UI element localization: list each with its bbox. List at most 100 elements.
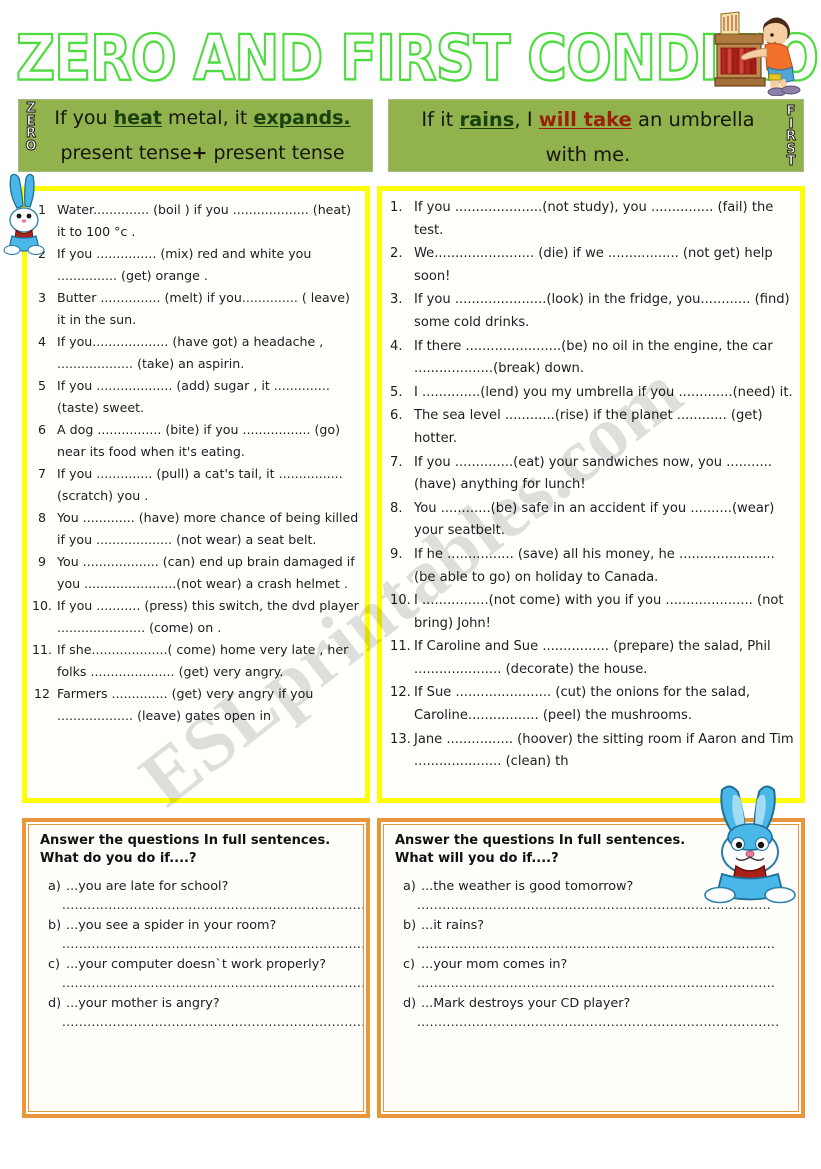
exercise-text[interactable]: Jane ................ (hoover) the sitti… bbox=[414, 729, 794, 774]
exercise-text[interactable]: If you ................... (add) sugar ,… bbox=[57, 375, 359, 418]
exercise-text[interactable]: If you ............... (mix) red and whi… bbox=[57, 243, 359, 286]
zero-keyword-heat: heat bbox=[113, 107, 162, 129]
zero-exercise-box: 1 Water.............. (boil ) if you ...… bbox=[22, 186, 370, 803]
exercise-item: 3. If you ......................(look) in… bbox=[390, 289, 794, 334]
page-title-row: ZERO AND FIRST CONDITIONAL bbox=[0, 16, 821, 96]
exercise-text[interactable]: A dog ................ (bite) if you ...… bbox=[57, 419, 359, 462]
exercise-item: 12 Farmers .............. (get) very angr… bbox=[31, 683, 359, 726]
answer-write-line[interactable]: ........................................… bbox=[40, 1014, 366, 1031]
answer-question: a) ...you are late for school? bbox=[40, 877, 354, 897]
boy-writing-illustration bbox=[714, 11, 801, 96]
exercise-item: 1 Water.............. (boil ) if you ...… bbox=[31, 199, 359, 242]
answer-item: c) ...your mom comes in?.................… bbox=[395, 955, 789, 992]
zero-line1-pre: If you bbox=[54, 107, 114, 129]
exercise-text[interactable]: If you ........... (press) this switch, … bbox=[57, 595, 359, 638]
first-keyword-rains: rains bbox=[459, 108, 515, 131]
answer-letter: b) bbox=[48, 918, 62, 933]
exercise-item: 7. If you ..............(eat) your sandwi… bbox=[390, 452, 794, 497]
zero-exercise-list: 1 Water.............. (boil ) if you ...… bbox=[27, 191, 365, 726]
blue-bunny-large-icon bbox=[704, 785, 796, 904]
first-exercise-box: 1. If you .....................(not study… bbox=[377, 186, 805, 803]
exercise-item: 5. I ..............(lend) you my umbrella… bbox=[390, 382, 794, 405]
answer-question-text: ...Mark destroys your CD player? bbox=[421, 996, 631, 1011]
exercise-item: 3 Butter ............... (melt) if you...… bbox=[31, 287, 359, 330]
exercise-number: 11. bbox=[31, 642, 53, 657]
exercise-item: 5 If you ................... (add) sugar … bbox=[31, 375, 359, 418]
exercise-number: 12. bbox=[390, 685, 411, 701]
exercise-text[interactable]: I ................(not come) with you if… bbox=[414, 590, 794, 635]
first-conditional-banner: FIRST If it rains, I will take an umbrel… bbox=[388, 99, 804, 172]
rule-banners: ZERO If you heat metal, it expands. pres… bbox=[0, 99, 821, 177]
answer-question-text: ...your mother is angry? bbox=[66, 996, 220, 1011]
exercise-text[interactable]: If you .............. (pull) a cat's tai… bbox=[57, 463, 359, 506]
exercise-number: 9. bbox=[390, 546, 403, 562]
zero-banner-line1: If you heat metal, it expands. bbox=[33, 101, 372, 136]
answer-write-line[interactable]: ........................................… bbox=[40, 975, 366, 992]
exercise-number: 2. bbox=[390, 246, 403, 262]
answer-write-line[interactable]: ........................................… bbox=[40, 936, 366, 953]
exercise-text[interactable]: We........................ (die) if we .… bbox=[414, 243, 794, 288]
exercise-text[interactable]: The sea level ............(rise) if the … bbox=[414, 405, 794, 450]
answer-write-line[interactable]: ........................................… bbox=[40, 897, 366, 914]
exercise-text[interactable]: You ............(be) safe in an accident… bbox=[414, 498, 794, 543]
answer-letter: c) bbox=[403, 957, 416, 972]
exercise-text[interactable]: Butter ............... (melt) if you....… bbox=[57, 287, 359, 330]
exercise-text[interactable]: If she...................( come) home ve… bbox=[57, 639, 359, 682]
answer-question: d) ...your mother is angry? bbox=[40, 994, 354, 1014]
answer-item: a) ...you are late for school?...........… bbox=[40, 877, 366, 914]
answer-write-line[interactable]: ........................................… bbox=[395, 1014, 789, 1031]
exercise-text[interactable]: Farmers .............. (get) very angry … bbox=[57, 683, 359, 726]
answer-question: b) ...it rains? bbox=[395, 916, 789, 936]
answer-question-text: ...it rains? bbox=[421, 918, 485, 933]
exercise-item: 8. You ............(be) safe in an accide… bbox=[390, 498, 794, 543]
exercise-text[interactable]: If you ......................(look) in t… bbox=[414, 289, 794, 334]
zero-answer-heading: Answer the questions In full sentences. … bbox=[26, 822, 366, 867]
answer-item: c) ...your computer doesn`t work properly… bbox=[40, 955, 366, 992]
exercise-item: 10. If you ........... (press) this switc… bbox=[31, 595, 359, 638]
exercise-text[interactable]: If you .....................(not study),… bbox=[414, 197, 794, 242]
exercise-item: 9 You ................... (can) end up br… bbox=[31, 551, 359, 594]
answer-item: b) ...you see a spider in your room?.....… bbox=[40, 916, 366, 953]
exercise-text[interactable]: If Sue ....................... (cut) the… bbox=[414, 682, 794, 727]
first-banner-text: If it rains, I will take an umbrella wit… bbox=[389, 100, 803, 172]
first-line1-mid: , I bbox=[514, 108, 539, 131]
exercise-number: 11. bbox=[390, 639, 411, 655]
answer-write-line[interactable]: ........................................… bbox=[395, 975, 789, 992]
exercise-item: 11. If Caroline and Sue ................ … bbox=[390, 636, 794, 681]
exercise-text[interactable]: You ................... (can) end up bra… bbox=[57, 551, 359, 594]
exercise-item: 13. Jane ................ (hoover) the s… bbox=[390, 729, 794, 774]
answer-question: c) ...your computer doesn`t work properly… bbox=[40, 955, 354, 975]
exercise-number: 10. bbox=[390, 593, 411, 609]
exercise-item: 7 If you .............. (pull) a cat's ta… bbox=[31, 463, 359, 506]
zero-answer-list: a) ...you are late for school?...........… bbox=[26, 867, 366, 1031]
answer-write-line[interactable]: ........................................… bbox=[395, 936, 789, 953]
exercise-text[interactable]: Water.............. (boil ) if you .....… bbox=[57, 199, 359, 242]
exercise-item: 4. If there .......................(be) n… bbox=[390, 336, 794, 381]
answer-item: d) ...your mother is angry?..............… bbox=[40, 994, 366, 1031]
exercise-number: 12 bbox=[33, 686, 51, 701]
exercise-text[interactable]: If Caroline and Sue ................ (pr… bbox=[414, 636, 794, 681]
exercise-number: 6 bbox=[37, 422, 46, 437]
exercise-text[interactable]: If he ................ (save) all his mo… bbox=[414, 544, 794, 589]
zero-line2-b: present tense bbox=[207, 142, 345, 164]
answer-letter: a) bbox=[403, 879, 416, 894]
exercise-text[interactable]: If you ..............(eat) your sandwich… bbox=[414, 452, 794, 497]
zero-answer-box: Answer the questions In full sentences. … bbox=[22, 818, 370, 1118]
exercise-text[interactable]: I ..............(lend) you my umbrella i… bbox=[414, 382, 794, 405]
exercise-number: 6. bbox=[390, 408, 403, 424]
exercise-item: 2If you ............... (mix) red and wh… bbox=[31, 243, 359, 286]
exercise-number: 7 bbox=[37, 466, 46, 481]
exercise-text[interactable]: You ............. (have) more chance of … bbox=[57, 507, 359, 550]
exercise-text[interactable]: If there .......................(be) no … bbox=[414, 336, 794, 381]
answer-letter: a) bbox=[48, 879, 61, 894]
exercise-number: 4. bbox=[390, 338, 403, 354]
answer-question-text: ...your mom comes in? bbox=[421, 957, 568, 972]
exercise-text[interactable]: If you................... (have got) a h… bbox=[57, 331, 359, 374]
exercise-item: 12. If Sue ....................... (cut) … bbox=[390, 682, 794, 727]
answer-letter: c) bbox=[48, 957, 61, 972]
first-banner-line1: If it rains, I will take an umbrella bbox=[399, 102, 777, 137]
exercise-number: 8. bbox=[390, 500, 403, 516]
answer-letter: b) bbox=[403, 918, 417, 933]
zero-conditional-banner: ZERO If you heat metal, it expands. pres… bbox=[18, 99, 373, 172]
exercise-number: 5 bbox=[37, 378, 46, 393]
